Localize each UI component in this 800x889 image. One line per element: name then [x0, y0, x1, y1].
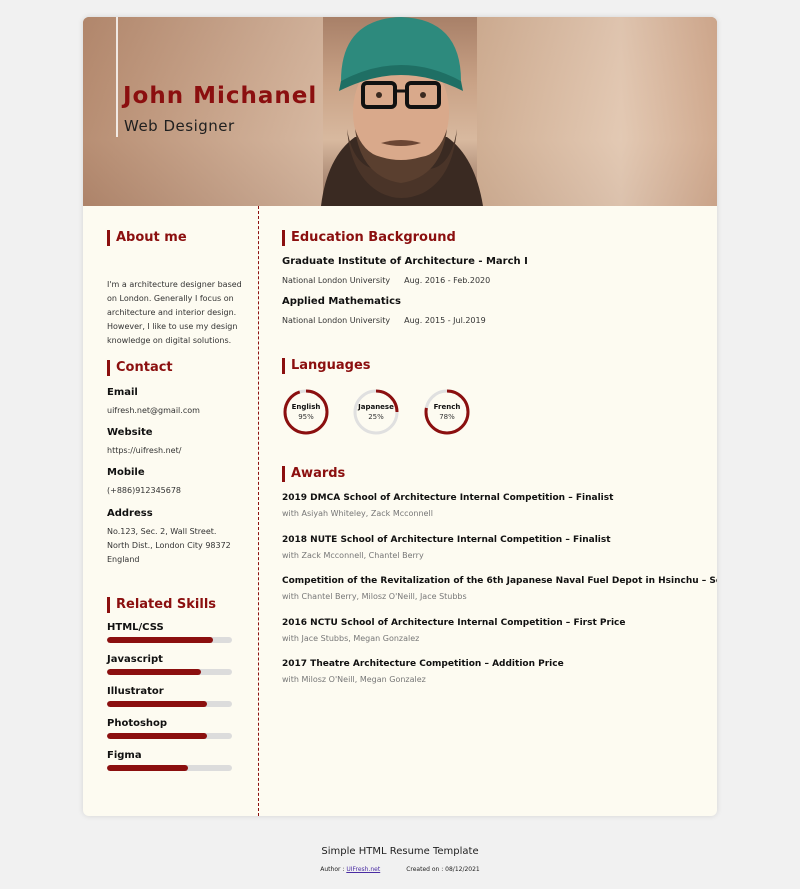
education-dates: Aug. 2016 - Feb.2020 — [404, 276, 491, 285]
language-ring-graphic — [424, 389, 470, 435]
profile-photo — [321, 17, 483, 206]
language-name: Japanese — [358, 403, 394, 411]
skill-bar-fill — [107, 701, 207, 707]
full-name: John Michanel — [123, 83, 318, 109]
skill-bar-track — [107, 669, 232, 675]
email-value: uifresh.net@gmail.com — [107, 406, 200, 415]
skills-heading: Related Skills — [107, 597, 216, 613]
education-dates: Aug. 2015 - Jul.2019 — [404, 316, 486, 325]
job-title: Web Designer — [124, 117, 235, 135]
award-title: 2016 NCTU School of Architecture Interna… — [282, 618, 626, 628]
award-title: Competition of the Revitalization of the… — [282, 576, 717, 586]
award-title: 2017 Theatre Architecture Competition – … — [282, 659, 564, 669]
right-column: Education Background Graduate Institute … — [282, 206, 717, 816]
language-name: French — [433, 403, 461, 411]
education-degree: Applied Mathematics — [282, 296, 401, 307]
skill-bar-fill — [107, 669, 201, 675]
language-percent: 78% — [439, 413, 455, 421]
skill-item: Photoshop — [107, 718, 232, 739]
skill-name: Javascript — [107, 654, 163, 665]
mobile-value: (+886)912345678 — [107, 486, 182, 495]
language-ring: French 78% — [423, 388, 471, 436]
resume-card: John Michanel Web Designer About me I'm … — [83, 17, 717, 816]
about-heading: About me — [107, 230, 187, 246]
column-divider — [258, 206, 259, 816]
ring-progress — [283, 389, 329, 435]
about-text: I'm a architecture designer based on Lon… — [107, 280, 242, 345]
email-label: Email — [107, 387, 138, 398]
contact-heading: Contact — [107, 360, 173, 376]
address-line-1: No.123, Sec. 2, Wall Street. — [107, 527, 217, 536]
skill-bar-track — [107, 701, 232, 707]
skill-item: Figma — [107, 750, 232, 771]
skill-name: HTML/CSS — [107, 622, 164, 633]
website-value: https://uifresh.net/ — [107, 446, 182, 455]
skill-bar-fill — [107, 765, 189, 771]
award-collaborators: with Asiyah Whiteley, Zack Mcconnell — [282, 509, 433, 518]
skill-bar-track — [107, 637, 232, 643]
address-label: Address — [107, 508, 153, 519]
skill-bar-fill — [107, 733, 207, 739]
skill-bar-track — [107, 765, 232, 771]
language-ring: English 95% — [282, 388, 330, 436]
language-percent: 25% — [368, 413, 384, 421]
skill-item: Javascript — [107, 654, 232, 675]
mobile-label: Mobile — [107, 467, 145, 478]
language-ring-graphic — [353, 389, 399, 435]
skill-name: Illustrator — [107, 686, 164, 697]
header-banner: John Michanel Web Designer — [83, 17, 717, 206]
language-ring: Japanese 25% — [352, 388, 400, 436]
education-heading: Education Background — [282, 230, 456, 246]
skill-item: Illustrator — [107, 686, 232, 707]
education-school: National London University — [282, 316, 391, 325]
education-school: National London University — [282, 276, 391, 285]
address-line-3: England — [107, 555, 140, 564]
award-collaborators: with Zack Mcconnell, Chantel Berry — [282, 551, 424, 560]
footer-author-link[interactable]: UIFresh.net — [346, 866, 380, 873]
languages-heading: Languages — [282, 358, 371, 374]
language-percent: 95% — [298, 413, 314, 421]
education-meta: National London University Aug. 2015 - Ju… — [282, 316, 486, 325]
left-column: About me I'm a architecture designer bas… — [83, 206, 258, 816]
skill-bar-fill — [107, 637, 214, 643]
language-name: English — [291, 403, 321, 411]
banner-background-left — [83, 17, 323, 206]
header-accent-line — [116, 17, 118, 137]
address-line-2: North Dist., London City 98372 — [107, 541, 231, 550]
award-collaborators: with Jace Stubbs, Megan Gonzalez — [282, 634, 420, 643]
education-degree: Graduate Institute of Architecture - Mar… — [282, 256, 528, 267]
skill-name: Figma — [107, 750, 142, 761]
award-title: 2018 NUTE School of Architecture Interna… — [282, 535, 611, 545]
footer-author-label: Author : — [320, 866, 345, 873]
education-meta: National London University Aug. 2016 - Fe… — [282, 276, 490, 285]
footer-meta: Author : UIFresh.net Created on : 08/12/2… — [0, 866, 800, 873]
award-title: 2019 DMCA School of Architecture Interna… — [282, 493, 614, 503]
banner-background-right — [477, 17, 717, 206]
awards-heading: Awards — [282, 466, 345, 482]
skill-name: Photoshop — [107, 718, 168, 729]
skill-bar-track — [107, 733, 232, 739]
skill-item: HTML/CSS — [107, 622, 232, 643]
award-collaborators: with Milosz O'Neill, Megan Gonzalez — [282, 675, 426, 684]
award-collaborators: with Chantel Berry, Milosz O'Neill, Jace… — [282, 592, 467, 601]
language-ring-graphic — [283, 389, 329, 435]
website-label: Website — [107, 427, 153, 438]
footer-title: Simple HTML Resume Template — [321, 846, 479, 857]
footer-created: Created on : 08/12/2021 — [406, 866, 480, 873]
